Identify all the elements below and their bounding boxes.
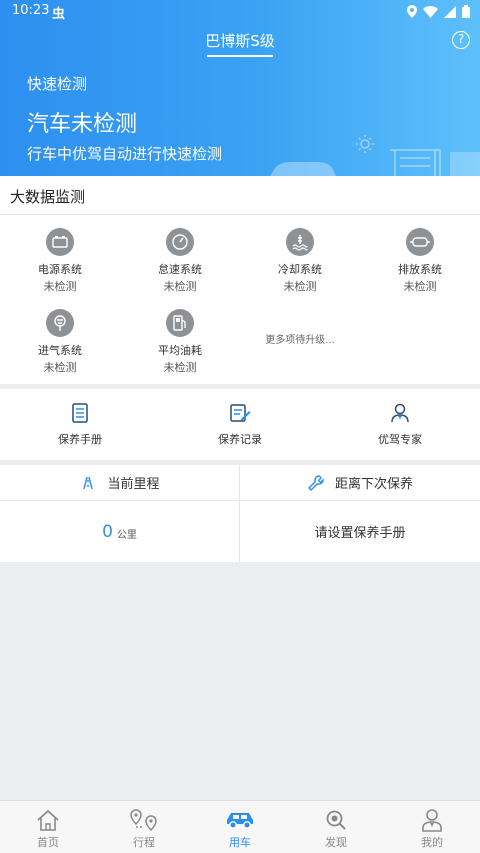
system-item-intake[interactable]: 进气系统 未检测 bbox=[0, 309, 120, 375]
signal-icon bbox=[444, 5, 456, 18]
tab-car[interactable]: 用车 bbox=[192, 801, 288, 853]
battery-status-icon bbox=[462, 5, 470, 18]
maintenance-manual-button[interactable]: 保养手册 bbox=[0, 403, 160, 447]
system-item-fuel[interactable]: 平均油耗 未检测 bbox=[120, 309, 240, 375]
mileage-value: 0 bbox=[102, 521, 113, 542]
big-data-title: 大数据监测 bbox=[10, 188, 86, 206]
system-name: 怠速系统 bbox=[158, 263, 202, 276]
tab-label: 发现 bbox=[325, 836, 347, 849]
coolant-icon bbox=[286, 228, 314, 256]
more-items-note: 更多项待升级... bbox=[265, 335, 335, 346]
title-underline bbox=[207, 55, 273, 57]
check-status: 汽车未检测 bbox=[27, 112, 138, 137]
big-data-panel: 大数据监测 电源系统 未检测 怠速系统 未检测 冷却系统 未检测 排放系统 未检… bbox=[0, 176, 480, 384]
system-item-power[interactable]: 电源系统 未检测 bbox=[0, 228, 120, 294]
driving-expert-button[interactable]: 优驾专家 bbox=[320, 403, 480, 447]
title-bar: 巴博斯S级 ? bbox=[0, 28, 480, 60]
car-icon bbox=[227, 813, 253, 829]
system-name: 排放系统 bbox=[398, 263, 442, 276]
current-mileage: 0 公里 bbox=[0, 501, 239, 562]
vehicle-title[interactable]: 巴博斯S级 bbox=[0, 30, 480, 51]
fuel-pump-icon bbox=[166, 309, 194, 337]
bottom-tab-bar: 首页 行程 用车 发现 我的 bbox=[0, 800, 480, 853]
current-mileage-header: 当前里程 bbox=[0, 465, 239, 500]
manual-icon bbox=[72, 403, 88, 423]
tab-label: 行程 bbox=[133, 836, 155, 849]
trip-icon bbox=[130, 809, 157, 831]
tool-label: 保养手册 bbox=[58, 433, 102, 446]
profile-icon bbox=[422, 809, 442, 832]
maintenance-record-button[interactable]: 保养记录 bbox=[160, 403, 320, 447]
help-icon[interactable]: ? bbox=[452, 31, 470, 49]
system-item-emission[interactable]: 排放系统 未检测 bbox=[360, 228, 480, 294]
exhaust-icon bbox=[406, 228, 434, 256]
status-time: 10:23 bbox=[12, 3, 50, 18]
mileage-unit: 公里 bbox=[116, 530, 137, 541]
notification-icon: 虫 bbox=[52, 7, 66, 22]
home-icon bbox=[37, 809, 59, 831]
expert-icon bbox=[391, 403, 409, 423]
tab-home[interactable]: 首页 bbox=[0, 801, 96, 853]
tab-profile[interactable]: 我的 bbox=[384, 801, 480, 853]
discover-icon bbox=[326, 810, 346, 830]
current-mileage-label: 当前里程 bbox=[107, 477, 160, 492]
set-maintenance-manual-link[interactable]: 请设置保养手册 bbox=[240, 501, 480, 562]
quick-check-title: 快速检测 bbox=[27, 75, 88, 93]
next-maintenance-header: 距离下次保养 bbox=[240, 465, 480, 500]
system-name: 电源系统 bbox=[38, 263, 82, 276]
status-bar: 10:23 虫 bbox=[0, 0, 480, 24]
system-status: 未检测 bbox=[43, 280, 77, 293]
system-name: 冷却系统 bbox=[278, 263, 322, 276]
maintenance-tools: 保养手册 保养记录 优驾专家 bbox=[0, 389, 480, 460]
system-item-idle[interactable]: 怠速系统 未检测 bbox=[120, 228, 240, 294]
system-icons bbox=[407, 5, 470, 18]
divider bbox=[0, 214, 480, 215]
wifi-icon bbox=[423, 5, 438, 18]
system-status: 未检测 bbox=[163, 361, 197, 374]
road-icon bbox=[83, 476, 94, 489]
system-name: 平均油耗 bbox=[158, 344, 202, 357]
tool-label: 优驾专家 bbox=[378, 433, 422, 446]
system-name: 进气系统 bbox=[38, 344, 82, 357]
tab-label: 我的 bbox=[421, 836, 443, 849]
system-status: 未检测 bbox=[163, 280, 197, 293]
wrench-icon bbox=[308, 474, 324, 491]
system-status: 未检测 bbox=[403, 280, 437, 293]
tool-label: 保养记录 bbox=[218, 433, 262, 446]
tab-label: 首页 bbox=[37, 836, 59, 849]
system-status: 未检测 bbox=[283, 280, 317, 293]
system-item-cooling[interactable]: 冷却系统 未检测 bbox=[240, 228, 360, 294]
tab-discover[interactable]: 发现 bbox=[288, 801, 384, 853]
system-status: 未检测 bbox=[43, 361, 77, 374]
battery-icon bbox=[46, 228, 74, 256]
tab-label: 用车 bbox=[229, 836, 251, 849]
mileage-panel: 当前里程 距离下次保养 0 公里 请设置保养手册 bbox=[0, 465, 480, 562]
speedometer-icon bbox=[166, 228, 194, 256]
record-icon bbox=[230, 404, 251, 422]
check-description: 行车中优驾自动进行快速检测 bbox=[27, 145, 223, 163]
location-icon bbox=[407, 5, 417, 18]
car-illustration bbox=[270, 135, 480, 176]
air-intake-icon bbox=[46, 309, 74, 337]
quick-check-banner: 10:23 虫 巴博斯S级 ? 快速检测 汽车未检测 行车中优驾自动进行快速检测 bbox=[0, 0, 480, 176]
tab-trip[interactable]: 行程 bbox=[96, 801, 192, 853]
next-maintenance-label: 距离下次保养 bbox=[334, 477, 413, 492]
